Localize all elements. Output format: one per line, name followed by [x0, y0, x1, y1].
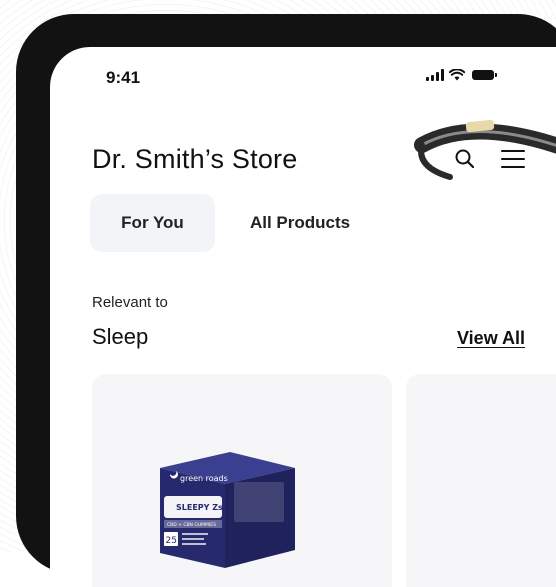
section-title: Sleep	[92, 324, 149, 349]
tab-for-you[interactable]: For You	[90, 194, 215, 252]
product-count: 25	[166, 536, 177, 546]
store-title: Dr. Smith’s Store	[92, 144, 298, 174]
status-icons	[426, 69, 497, 81]
product-name: SLEEPY Zs	[176, 503, 223, 512]
battery-icon	[472, 70, 497, 80]
view-all-link[interactable]: View All	[457, 328, 525, 349]
cellular-signal-icon	[426, 69, 444, 81]
app-screen: 9:41 Dr. Smith’s Store For You All Produ…	[50, 47, 556, 587]
product-card[interactable]: green roads SLEEPY Zs CBD + CBN GUMMIES …	[92, 374, 392, 587]
tab-all-products[interactable]: All Products	[235, 194, 365, 252]
wifi-icon	[449, 69, 465, 81]
product-image-sleepy-zs: green roads SLEEPY Zs CBD + CBN GUMMIES …	[160, 452, 295, 568]
product-image-headband	[414, 119, 556, 180]
section-eyebrow: Relevant to	[92, 294, 168, 311]
product-brand: green roads	[180, 474, 228, 483]
product-subtitle: CBD + CBN GUMMIES	[167, 522, 216, 528]
status-time: 9:41	[106, 68, 141, 87]
product-card[interactable]	[406, 374, 556, 587]
phone-frame: 9:41 Dr. Smith’s Store For You All Produ…	[16, 14, 556, 587]
